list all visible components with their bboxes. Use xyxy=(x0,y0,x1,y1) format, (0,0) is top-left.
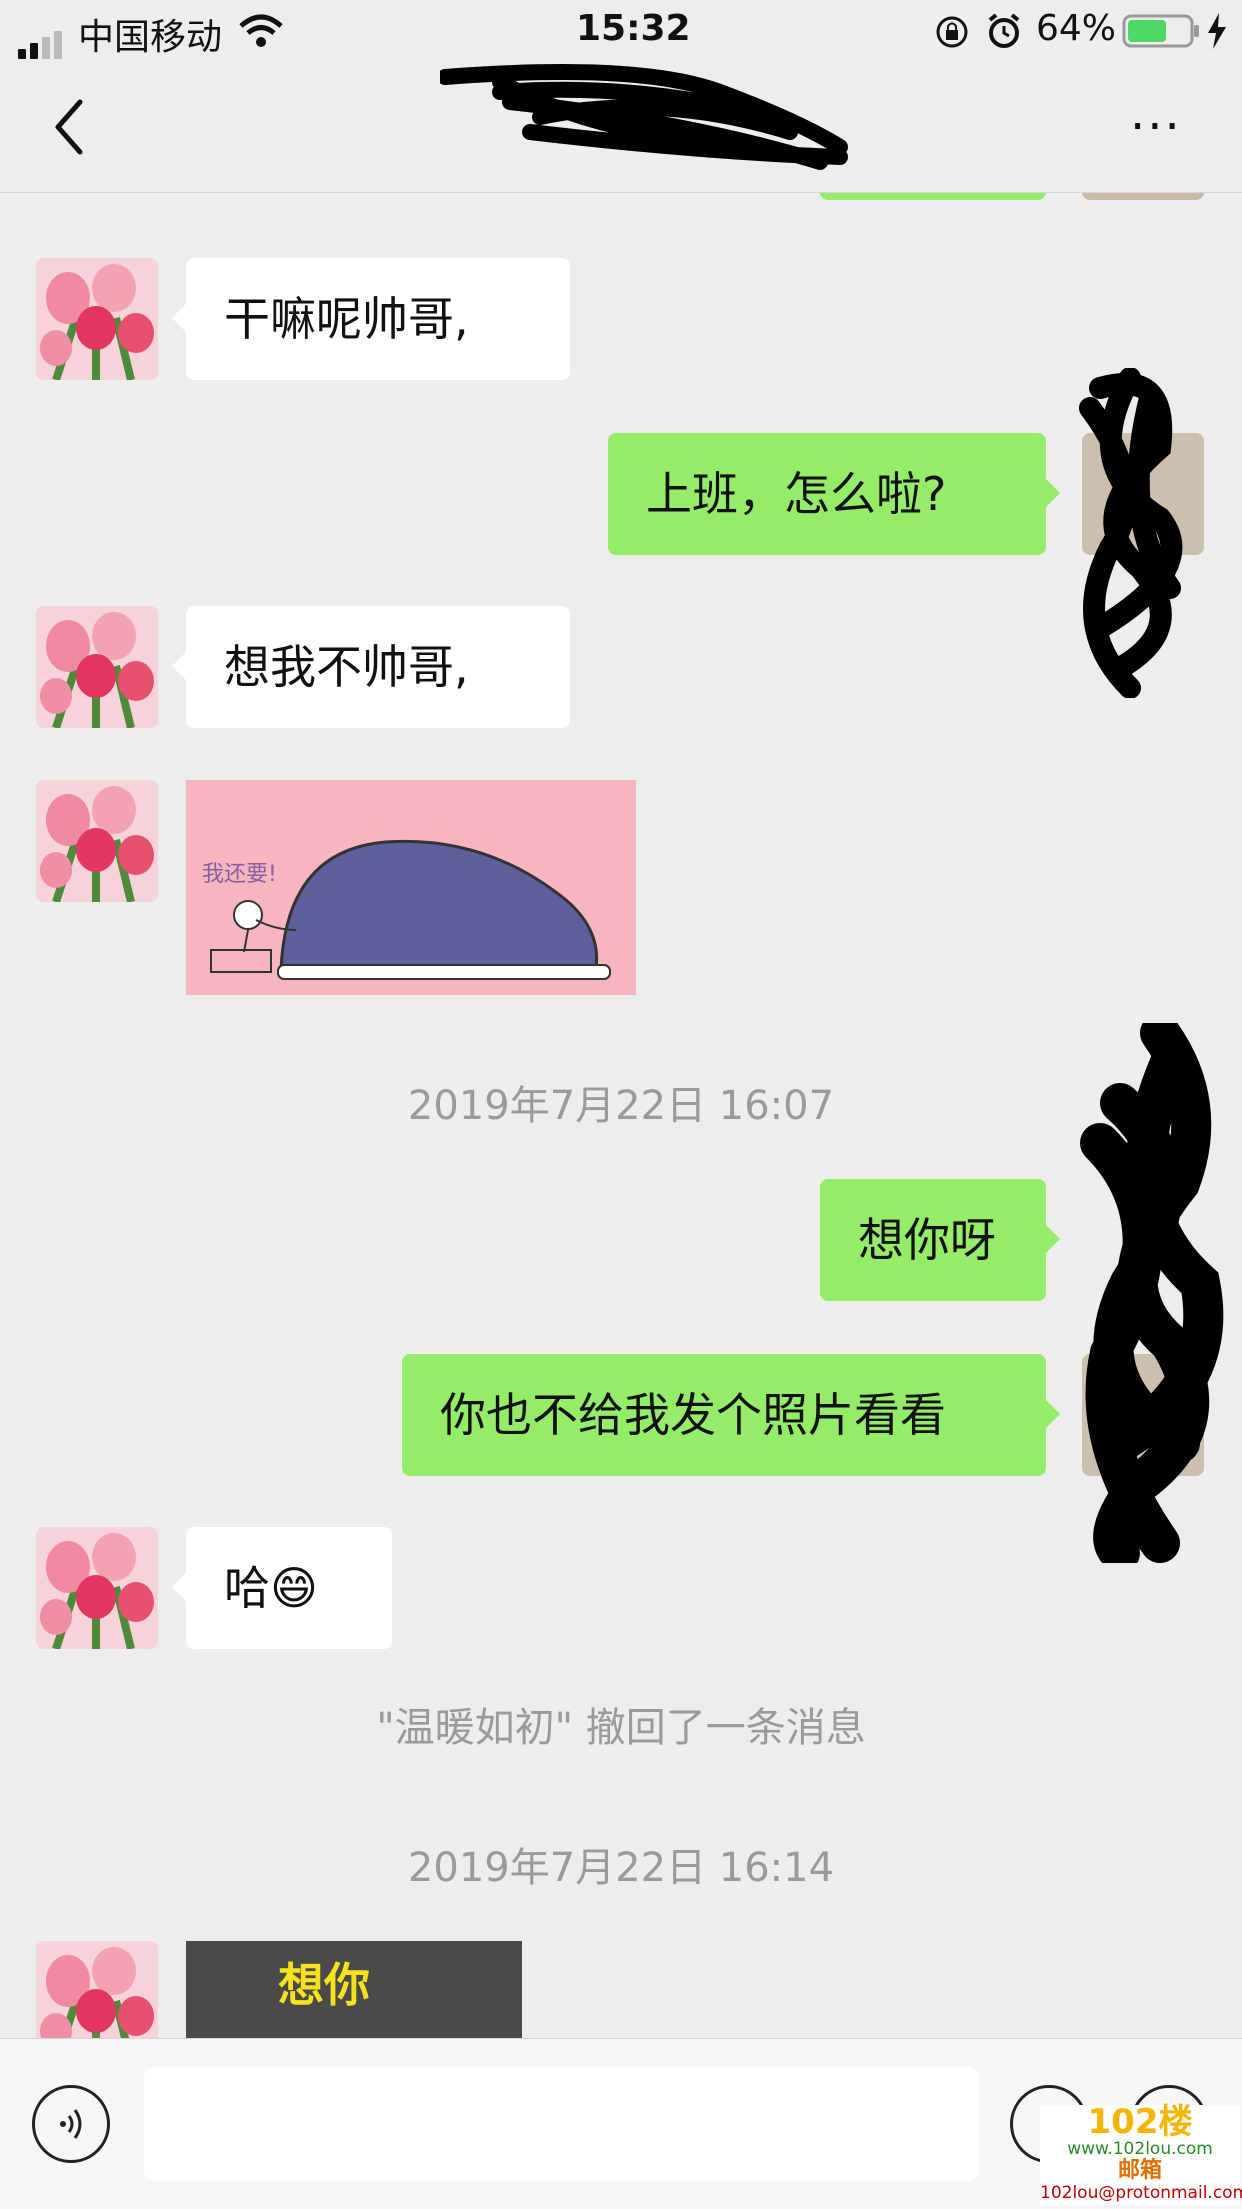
carrier-label: 中国移动 xyxy=(78,17,223,58)
message-bubble-incoming[interactable]: 干嘛呢帅哥, xyxy=(172,258,570,380)
charging-icon xyxy=(1208,13,1226,49)
sticker-caption: 我还要! xyxy=(202,862,277,887)
message-input[interactable] xyxy=(144,2067,978,2181)
redacted-title-scribble xyxy=(440,64,848,170)
avatar xyxy=(1082,193,1204,200)
avatar[interactable] xyxy=(36,780,158,902)
message-bubble-outgoing[interactable]: 你也不给我发个照片看看 xyxy=(402,1354,1060,1476)
voice-icon[interactable] xyxy=(32,2085,110,2163)
chevron-left-icon[interactable] xyxy=(50,97,90,157)
watermark-email: 102lou@protonmail.com xyxy=(1040,2183,1242,2203)
image-message[interactable]: 想你 xyxy=(186,1941,522,2038)
message-list[interactable]: 干嘛呢帅哥, 上班，怎么啦? 想我不帅哥, 我还要! 2019年7月22日 16… xyxy=(0,193,1242,2038)
signal-icon xyxy=(18,18,66,59)
message-bubble-incoming[interactable]: 想我不帅哥, xyxy=(172,606,570,728)
avatar[interactable] xyxy=(36,606,158,728)
chat-header: ··· xyxy=(0,62,1242,193)
sticker-message[interactable]: 我还要! xyxy=(186,780,636,995)
partial-message-bubble xyxy=(820,193,1046,200)
alarm-icon xyxy=(988,13,1020,48)
watermark-label: 邮箱 xyxy=(1117,2158,1162,2183)
message-bubble-incoming[interactable]: 哈😄 xyxy=(172,1527,392,1649)
battery-icon xyxy=(1122,14,1199,48)
tulip-avatar-icon xyxy=(36,606,158,728)
status-bar: 中国移动 15:32 64% xyxy=(0,0,1242,62)
watermark-logo: 102楼 www.102lou.com 邮箱 102lou@protonmail… xyxy=(1040,2102,1242,2205)
message-bubble-outgoing[interactable]: 想你呀 xyxy=(820,1179,1060,1301)
avatar[interactable] xyxy=(36,1527,158,1649)
redacted-avatar-scribble xyxy=(1080,1023,1224,1563)
tulip-avatar-icon xyxy=(36,1527,158,1649)
wifi-icon xyxy=(239,14,283,47)
ellipsis-icon[interactable]: ··· xyxy=(1130,103,1182,151)
timestamp: 2019年7月22日 16:14 xyxy=(407,1845,835,1891)
rotation-lock-icon xyxy=(936,16,968,48)
tulip-avatar-icon xyxy=(36,780,158,902)
avatar[interactable] xyxy=(36,1941,158,2038)
message-bubble-outgoing[interactable]: 上班，怎么啦? xyxy=(608,433,1060,555)
tulip-avatar-icon xyxy=(36,258,158,380)
timestamp: 2019年7月22日 16:07 xyxy=(407,1083,835,1129)
status-time: 15:32 xyxy=(576,8,691,49)
avatar[interactable] xyxy=(36,258,158,380)
tulip-avatar-icon xyxy=(36,1941,158,2038)
watermark-logo-text: 102楼 xyxy=(1087,2102,1193,2142)
battery-percent: 64% xyxy=(1036,8,1117,49)
redacted-avatar-scribble xyxy=(1079,368,1183,698)
image-caption: 想你 xyxy=(278,1958,370,2012)
watermark-site: www.102lou.com xyxy=(1067,2139,1213,2159)
system-notice: "温暖如初" 撤回了一条消息 xyxy=(376,1705,866,1751)
